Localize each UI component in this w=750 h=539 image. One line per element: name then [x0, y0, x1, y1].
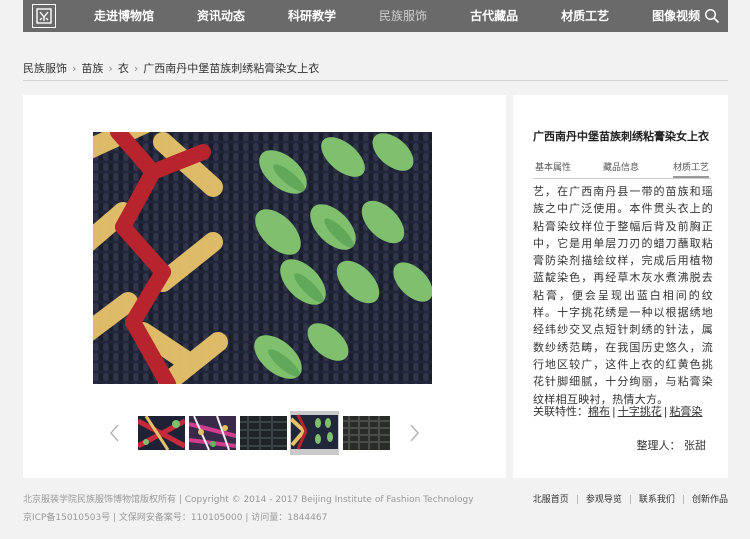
footer-links: 北服首页 | 参观导览 | 联系我们 | 创新作品: [533, 492, 728, 505]
breadcrumb-item-current: 广西南丹中堡苗族刺绣粘膏染女上衣: [143, 62, 320, 75]
breadcrumb-separator: ›: [108, 62, 113, 75]
breadcrumb: 民族服饰 › 苗族 › 衣 › 广西南丹中堡苗族刺绣粘膏染女上衣: [23, 60, 728, 76]
thumbnail-4-selected[interactable]: [290, 411, 339, 455]
item-description: 艺，在广西南丹县一带的苗族和瑶族之中广泛使用。本件贯头衣上的粘膏染纹样位于整幅后…: [533, 185, 713, 406]
detail-panel: 广西南丹中堡苗族刺绣粘膏染女上衣 基本属性 藏品信息 材质工艺 艺，在广西南丹县…: [513, 95, 728, 478]
chevron-right-icon[interactable]: [406, 423, 422, 443]
detail-tabs: 基本属性 藏品信息 材质工艺: [533, 160, 711, 179]
footer-icp: 京ICP备15010503号 | 文保网安备案号：110105000 | 访问量…: [23, 513, 328, 523]
related-label: 关联特性：: [533, 405, 588, 418]
tab-collection-info[interactable]: 藏品信息: [603, 160, 639, 173]
footer-link-contact[interactable]: 联系我们: [639, 495, 675, 505]
related-features: 关联特性：棉布 | 十字挑花 | 粘膏染: [533, 403, 702, 419]
related-link-paste-resist[interactable]: 粘膏染: [669, 405, 702, 418]
related-separator: |: [612, 405, 616, 418]
search-icon[interactable]: [704, 8, 720, 24]
nav-item-materials-crafts[interactable]: 材质工艺: [537, 0, 628, 32]
top-navigation: 走进博物馆 资讯动态 科研教学 民族服饰 古代藏品 材质工艺 图像视频: [23, 0, 728, 32]
gallery-panel: [23, 95, 506, 478]
chevron-left-icon[interactable]: [107, 423, 123, 443]
nav-item-research[interactable]: 科研教学: [264, 0, 355, 32]
thumbnail-1[interactable]: [138, 416, 185, 450]
footer-link-creative-works[interactable]: 创新作品: [692, 495, 728, 505]
breadcrumb-separator: ›: [72, 62, 77, 75]
footer-separator: |: [628, 495, 632, 505]
related-link-cross-stitch[interactable]: 十字挑花: [618, 405, 662, 418]
nav-item-ancient-collection[interactable]: 古代藏品: [446, 0, 537, 32]
footer-link-visit-guide[interactable]: 参观导览: [586, 495, 622, 505]
related-link-cotton[interactable]: 棉布: [588, 405, 610, 418]
thumbnail-5[interactable]: [343, 416, 390, 450]
thumbnail-2[interactable]: [189, 416, 236, 450]
main-fabric-image[interactable]: [93, 132, 432, 384]
nav-item-about[interactable]: 走进博物馆: [70, 0, 173, 32]
nav-item-news[interactable]: 资讯动态: [173, 0, 264, 32]
breadcrumb-item-clothing[interactable]: 衣: [118, 62, 129, 75]
tab-basic-attributes[interactable]: 基本属性: [535, 160, 571, 173]
footer-separator: |: [575, 495, 579, 505]
thumbnail-3[interactable]: [240, 416, 287, 450]
tab-materials-crafts[interactable]: 材质工艺: [673, 160, 710, 178]
breadcrumb-divider: [23, 80, 728, 81]
item-title: 广西南丹中堡苗族刺绣粘膏染女上衣: [533, 130, 709, 143]
footer-link-bift-home[interactable]: 北服首页: [533, 495, 569, 505]
footer-copyright: 北京服装学院民族服饰博物馆版权所有 | Copyright © 2014 - 2…: [23, 495, 474, 505]
breadcrumb-item-miao[interactable]: 苗族: [81, 62, 103, 75]
nav-item-ethnic-costume[interactable]: 民族服饰: [355, 0, 446, 32]
museum-logo-icon[interactable]: [32, 4, 56, 28]
footer-separator: |: [681, 495, 685, 505]
breadcrumb-item-ethnic-costume[interactable]: 民族服饰: [23, 62, 67, 75]
thumbnail-strip: [23, 411, 506, 456]
breadcrumb-separator: ›: [133, 62, 139, 75]
editor-credit: 整理人： 张甜: [636, 439, 707, 452]
related-separator: |: [663, 405, 668, 418]
